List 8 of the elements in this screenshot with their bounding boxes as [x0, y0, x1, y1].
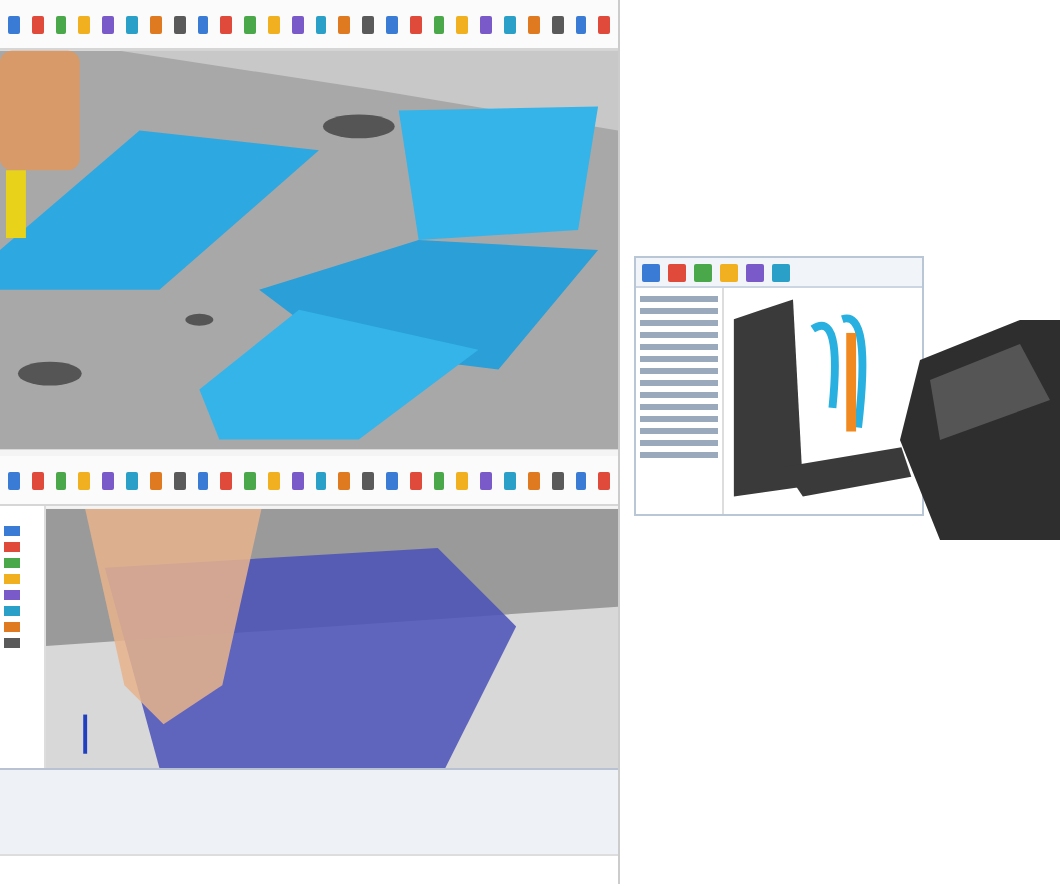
layer-swatch[interactable] — [4, 638, 20, 648]
layer-swatch[interactable] — [4, 542, 20, 552]
layer-swatch[interactable] — [4, 526, 20, 536]
layer-swatch[interactable] — [4, 558, 20, 568]
layer-swatch[interactable] — [4, 622, 20, 632]
layer-swatch[interactable] — [4, 574, 20, 584]
layer-swatch[interactable] — [4, 606, 20, 616]
layer-swatch[interactable] — [4, 590, 20, 600]
